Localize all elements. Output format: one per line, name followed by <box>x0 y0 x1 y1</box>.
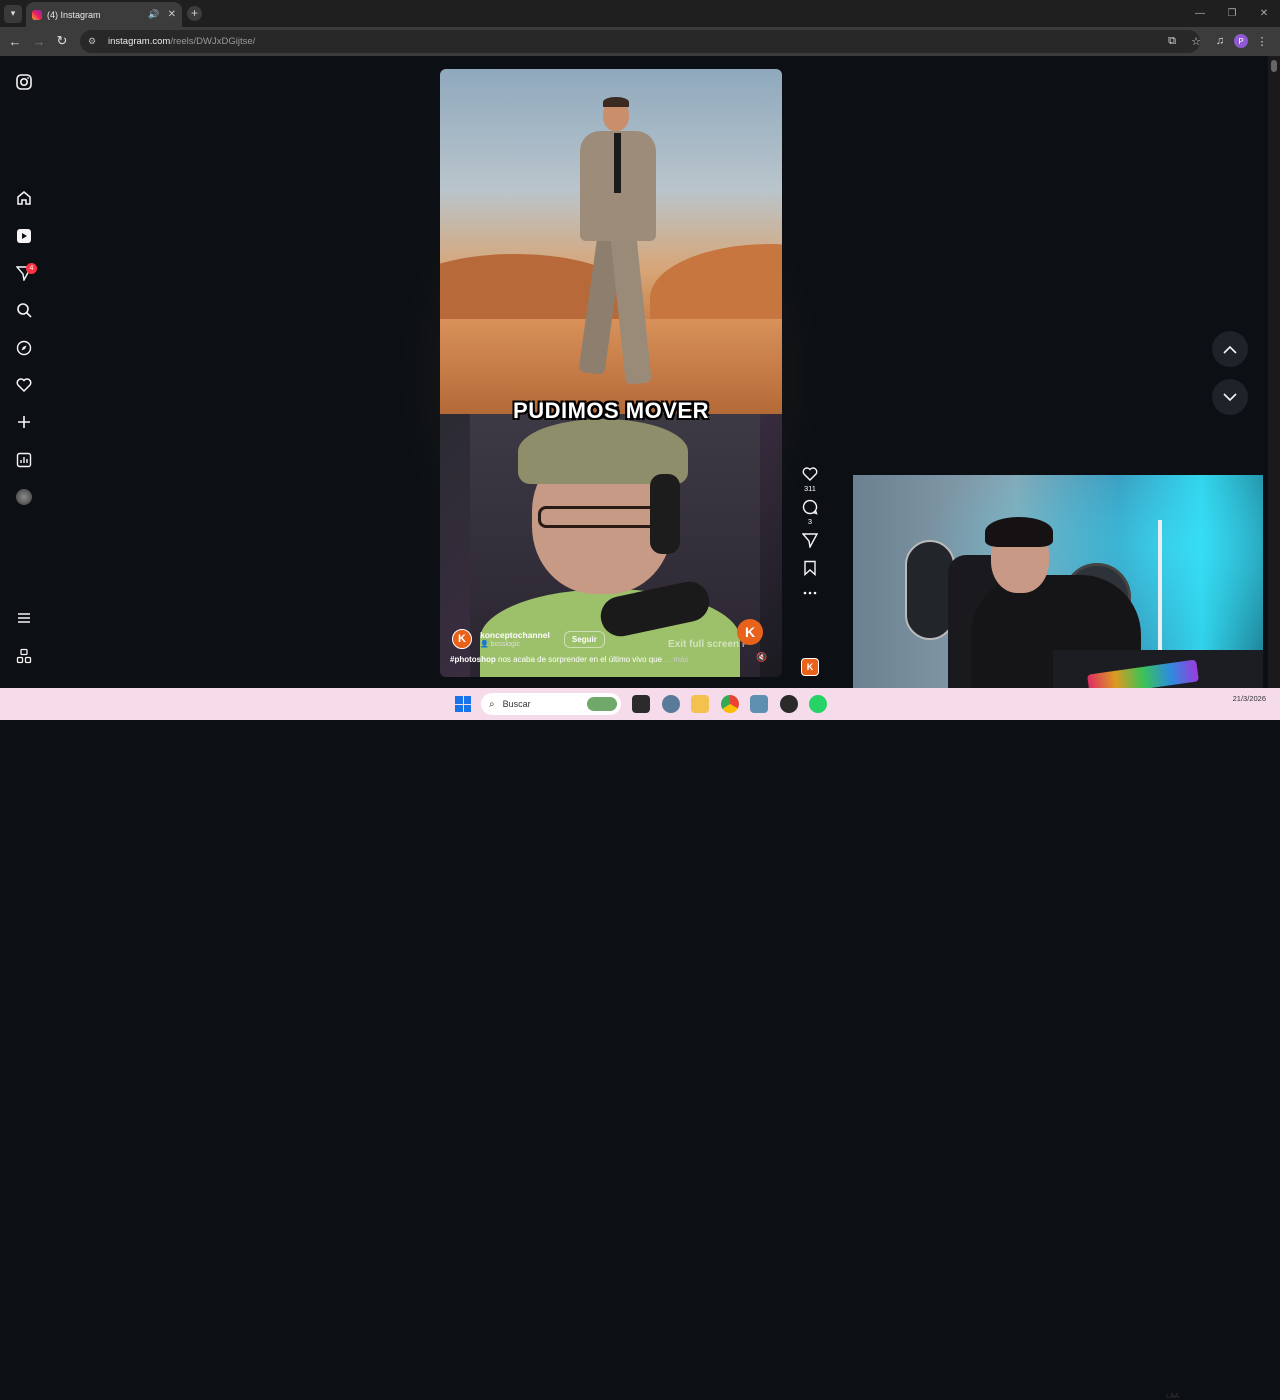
site-info-icon[interactable]: ⚙ <box>88 36 100 48</box>
windows-taskbar: ⌕ Buscar LAA 21/3/2026 <box>0 688 1280 1400</box>
like-button[interactable]: 311 <box>796 466 824 493</box>
settings-gear-icon[interactable] <box>662 695 680 713</box>
video-caption-overlay: PUDIMOS MOVER <box>513 398 709 423</box>
mute-toggle-icon[interactable]: 🔇 <box>756 652 767 663</box>
system-clock[interactable]: 21/3/2026 <box>1233 694 1266 704</box>
explore-compass-icon[interactable] <box>14 338 34 358</box>
browser-tab-instagram[interactable]: (4) Instagram 🔊 ✕ <box>26 2 182 27</box>
tab-title: (4) Instagram <box>47 9 101 20</box>
tab-audio-icon[interactable]: 🔊 <box>148 9 159 20</box>
chevron-down-icon <box>1223 392 1237 401</box>
search-icon[interactable] <box>14 300 34 320</box>
original-audio-thumbnail[interactable]: K <box>801 658 819 676</box>
notification-badge: 4 <box>26 263 37 274</box>
more-link[interactable]: ... más <box>662 655 688 664</box>
next-reel-button[interactable] <box>1212 379 1248 415</box>
chevron-up-icon <box>1223 345 1237 354</box>
follow-button[interactable]: Seguir <box>563 630 605 648</box>
page-scrollbar[interactable] <box>1268 56 1280 688</box>
reel-actions: 311 3 <box>796 466 824 602</box>
minimize-icon[interactable]: — <box>1184 0 1216 27</box>
reel-description[interactable]: #photoshop nos acaba de sorprender en el… <box>450 655 750 664</box>
desert-scene <box>440 69 782 414</box>
tab-search-menu-button[interactable]: ▾ <box>4 4 22 23</box>
more-options-button[interactable] <box>796 590 824 596</box>
heart-icon[interactable] <box>802 466 818 482</box>
notifications-heart-icon[interactable] <box>14 375 34 395</box>
new-tab-button[interactable]: + <box>187 6 202 21</box>
photos-app-icon[interactable] <box>750 695 768 713</box>
webcam-overlay <box>853 475 1263 707</box>
comment-bubble-icon[interactable] <box>802 499 818 515</box>
profile-avatar-icon[interactable] <box>14 487 34 507</box>
save-button[interactable] <box>796 560 824 576</box>
dashboard-chart-icon[interactable] <box>14 450 34 470</box>
like-count: 311 <box>804 484 816 493</box>
home-icon[interactable] <box>14 188 34 208</box>
steam-icon[interactable] <box>780 695 798 713</box>
reload-icon[interactable]: ↻ <box>50 29 74 53</box>
toolbar-actions: ⧉ ☆ ♫ P ⋮ <box>1162 31 1272 51</box>
search-icon: ⌕ <box>489 698 495 710</box>
taskbar-search-placeholder: Buscar <box>502 699 531 709</box>
share-paper-plane-icon[interactable] <box>802 532 818 548</box>
search-highlight-icon <box>587 697 617 711</box>
address-bar[interactable]: ⚙ instagram.com/reels/DWJxDGijtse/ <box>80 30 1200 53</box>
windows-start-icon[interactable] <box>455 696 471 712</box>
comment-button[interactable]: 3 <box>796 499 824 526</box>
browser-toolbar: ← → ↻ ⚙ instagram.com/reels/DWJxDGijtse/… <box>0 27 1280 56</box>
bookmark-star-icon[interactable]: ☆ <box>1186 31 1206 51</box>
forward-arrow-icon[interactable]: → <box>27 29 51 53</box>
profile-avatar[interactable]: P <box>1234 34 1248 48</box>
reels-icon[interactable] <box>14 226 34 246</box>
author-username[interactable]: konceptochannel <box>480 630 550 640</box>
channel-watermark-logo: K <box>737 619 763 645</box>
instagram-favicon-icon <box>32 9 42 20</box>
media-controls-icon[interactable]: ♫ <box>1210 31 1230 51</box>
also-from-meta-icon[interactable] <box>14 646 34 666</box>
more-menu-icon[interactable] <box>14 608 34 628</box>
ellipsis-icon[interactable] <box>802 590 818 596</box>
input-language[interactable]: LAA <box>1166 1393 1179 1400</box>
comment-count: 3 <box>807 517 813 526</box>
install-app-icon[interactable]: ⧉ <box>1162 31 1182 51</box>
chrome-icon[interactable] <box>721 695 739 713</box>
exit-fullscreen-hint: Exit full screen F <box>668 639 749 650</box>
instagram-logo-icon[interactable] <box>14 72 34 92</box>
url-host: instagram.com <box>108 36 171 47</box>
file-explorer-icon[interactable] <box>691 695 709 713</box>
close-window-icon[interactable]: ✕ <box>1248 0 1280 27</box>
whatsapp-icon[interactable] <box>809 695 827 713</box>
restore-icon[interactable]: ❐ <box>1216 0 1248 27</box>
author-avatar[interactable]: K <box>452 629 472 649</box>
taskbar-search[interactable]: ⌕ Buscar <box>481 693 621 715</box>
share-button[interactable] <box>796 532 824 548</box>
bookmark-icon[interactable] <box>802 560 818 576</box>
tab-close-icon[interactable]: ✕ <box>168 9 176 20</box>
hashtag-link[interactable]: #photoshop <box>450 655 496 664</box>
collab-username[interactable]: 👤 bosslogic <box>480 640 550 648</box>
task-view-icon[interactable] <box>632 695 650 713</box>
back-arrow-icon[interactable]: ← <box>3 29 27 53</box>
previous-reel-button[interactable] <box>1212 331 1248 367</box>
create-plus-icon[interactable] <box>14 412 34 432</box>
reel-video[interactable]: PUDIMOS MOVER K konceptochannel 👤 bosslo… <box>440 69 782 677</box>
reel-author-row: K konceptochannel 👤 bosslogic Seguir <box>452 629 605 649</box>
browser-tabbar: ▾ (4) Instagram 🔊 ✕ + — ❐ ✕ <box>0 0 1280 27</box>
url-path: /reels/DWJxDGijtse/ <box>170 36 256 47</box>
menu-kebab-icon[interactable]: ⋮ <box>1252 31 1272 51</box>
window-controls: — ❐ ✕ <box>1184 0 1280 27</box>
